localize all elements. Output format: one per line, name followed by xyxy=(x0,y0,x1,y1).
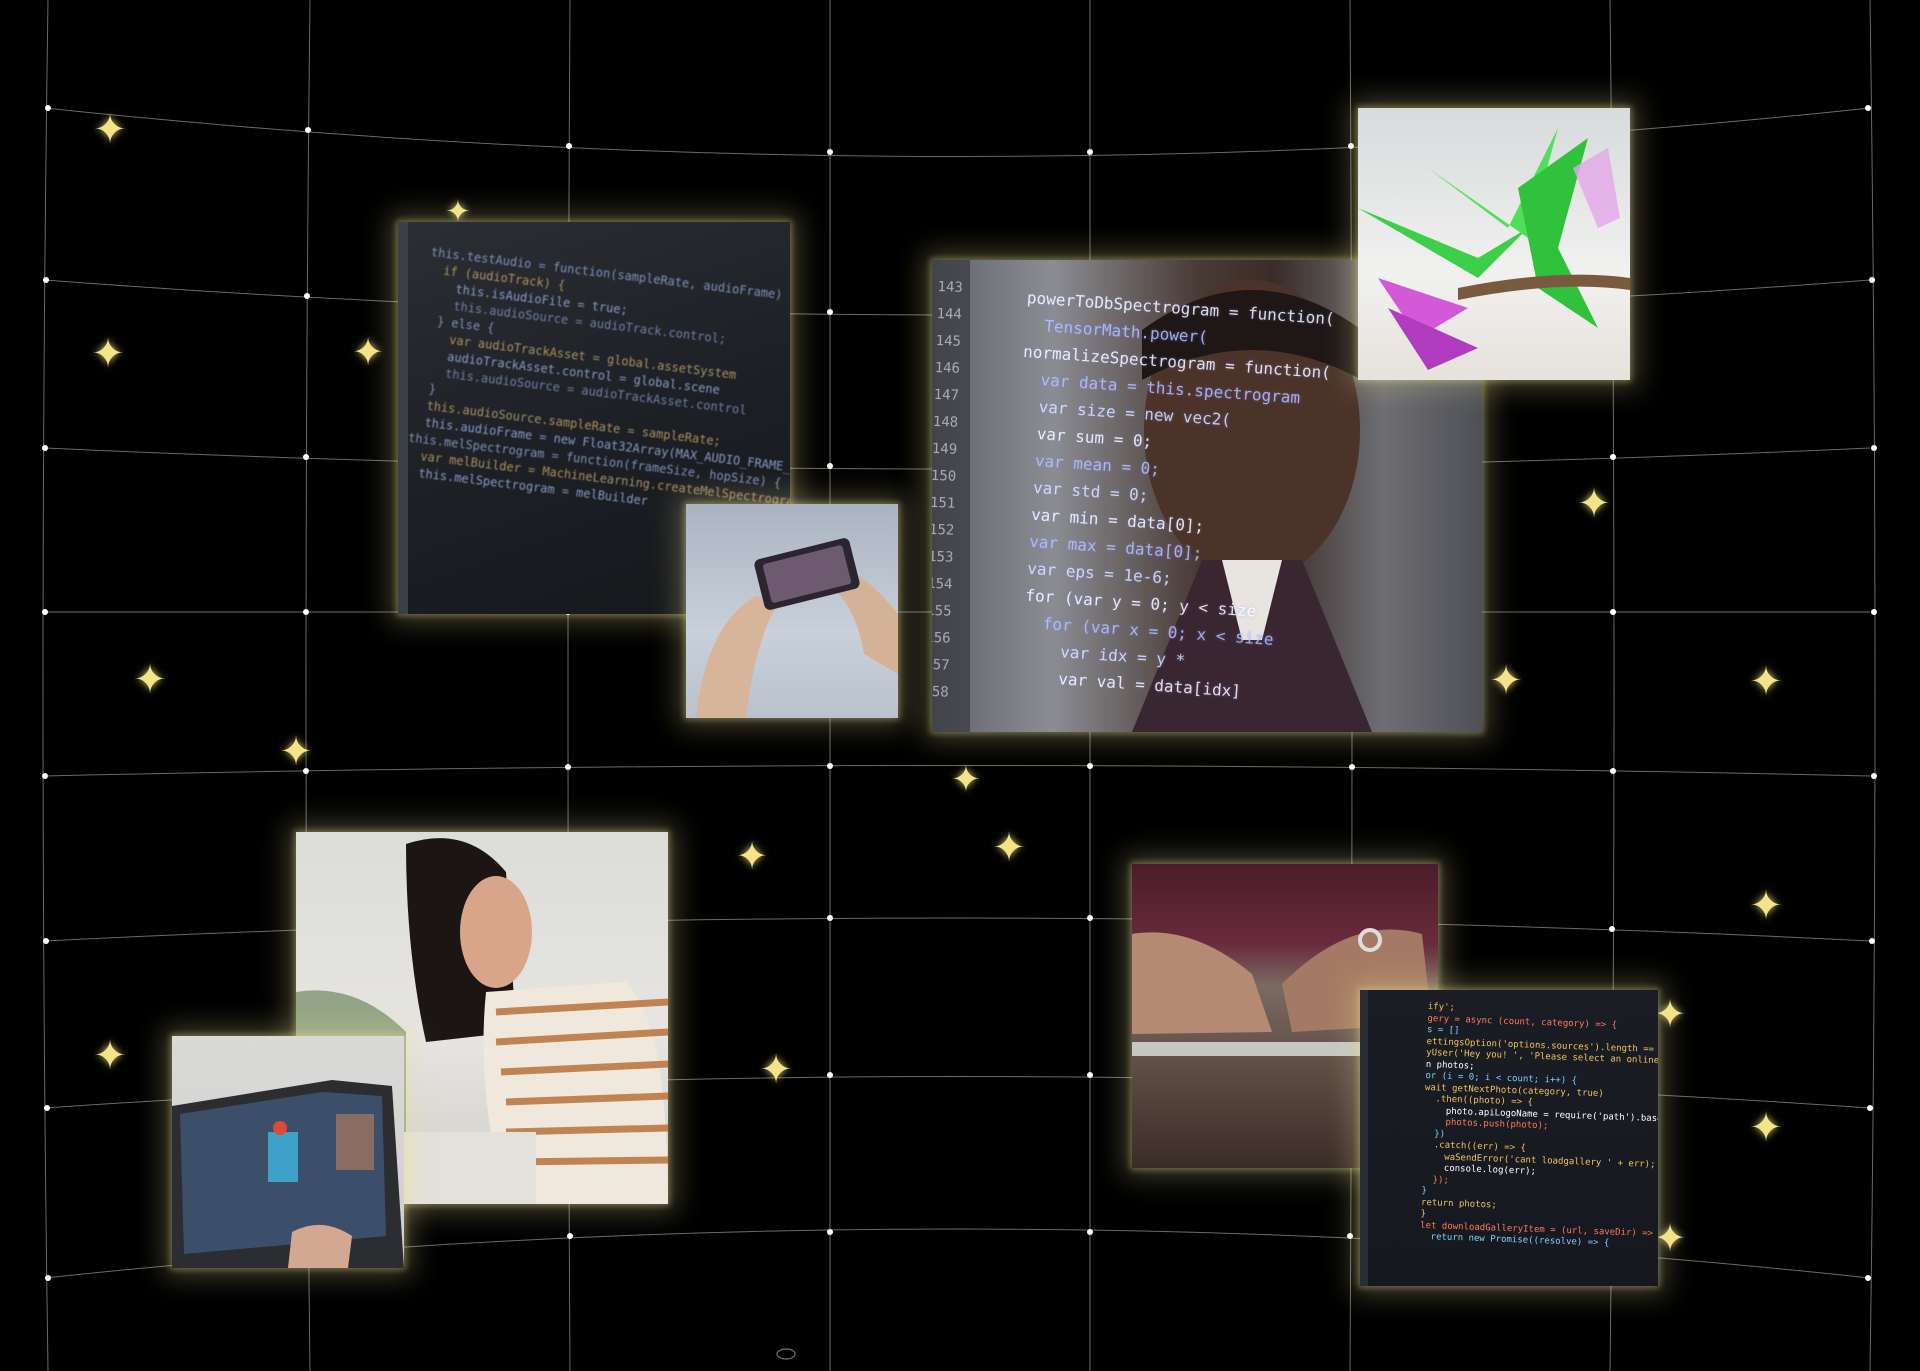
sparkle-icon: ✦ xyxy=(1577,481,1611,527)
code-line: 156 xyxy=(932,629,951,647)
code-line: 145 xyxy=(935,332,962,350)
code-screen-icon xyxy=(398,222,408,614)
code-line: 146 xyxy=(934,359,961,377)
sparkle-icon: ✦ xyxy=(1749,1105,1783,1151)
hands-holding-phone-icon xyxy=(696,538,898,718)
code-lines: ify'; gery = async (count, category) => {… xyxy=(1420,1002,1658,1254)
code-lines: powerToDbSpectrogram = function( TensorM… xyxy=(1000,284,1336,710)
code-line: 151 xyxy=(932,494,956,512)
code-line: 155 xyxy=(932,602,952,620)
sparkle-icon: ✦ xyxy=(1489,658,1523,704)
code-lines: this.testAudio = function(sampleRate, au… xyxy=(403,244,790,532)
sparkle-icon: ✦ xyxy=(759,1047,793,1093)
code-line: 148 xyxy=(932,413,959,431)
laptop-editor-tile xyxy=(172,1036,404,1268)
sparkle-icon: ✦ xyxy=(279,729,313,775)
sparkle-icon: ✦ xyxy=(352,330,384,374)
code-line: 150 xyxy=(932,467,957,485)
hummingbird-icon xyxy=(1358,128,1630,370)
code-line: 144 xyxy=(936,305,963,323)
sparkle-icon: ✦ xyxy=(1749,659,1783,705)
code-panel-bottom-right: ify'; gery = async (count, category) => {… xyxy=(1360,990,1658,1286)
code-line: 158 xyxy=(932,683,949,701)
code-line: 147 xyxy=(933,386,960,404)
code-line: 153 xyxy=(932,548,954,566)
sparkle-icon: ✦ xyxy=(133,657,167,703)
sparkle-icon: ✦ xyxy=(1654,1216,1686,1260)
hummingbird-tile xyxy=(1358,108,1630,380)
sparkle-icon: ✦ xyxy=(736,834,768,878)
code-line: 152 xyxy=(932,521,955,539)
sparkle-icon: ✦ xyxy=(950,759,982,801)
laptop-3d-editor-icon xyxy=(172,1080,404,1268)
cursor-ring xyxy=(776,1348,796,1360)
sparkle-icon: ✦ xyxy=(1654,992,1686,1036)
sparkle-icon: ✦ xyxy=(992,825,1026,871)
code-screen-icon xyxy=(1360,990,1368,1286)
code-line: 143 xyxy=(937,278,964,296)
code-line: 157 xyxy=(932,656,950,674)
sparkle-icon: ✦ xyxy=(93,107,127,153)
sparkle-icon: ✦ xyxy=(1749,883,1783,929)
code-line: 149 xyxy=(932,440,958,458)
sparkle-icon: ✦ xyxy=(91,331,125,377)
phone-photo-tile xyxy=(686,504,898,718)
sparkle-icon: ✦ xyxy=(93,1033,127,1079)
creator-collage-scene: ✦ ✦ ✦ ✦ ✦ ✦ ✦ ✦ ✦ ✦ ✦ ✦ ✦ ✦ ✦ ✦ ✦ ✦ this… xyxy=(0,0,1920,1371)
code-line: 154 xyxy=(932,575,953,593)
